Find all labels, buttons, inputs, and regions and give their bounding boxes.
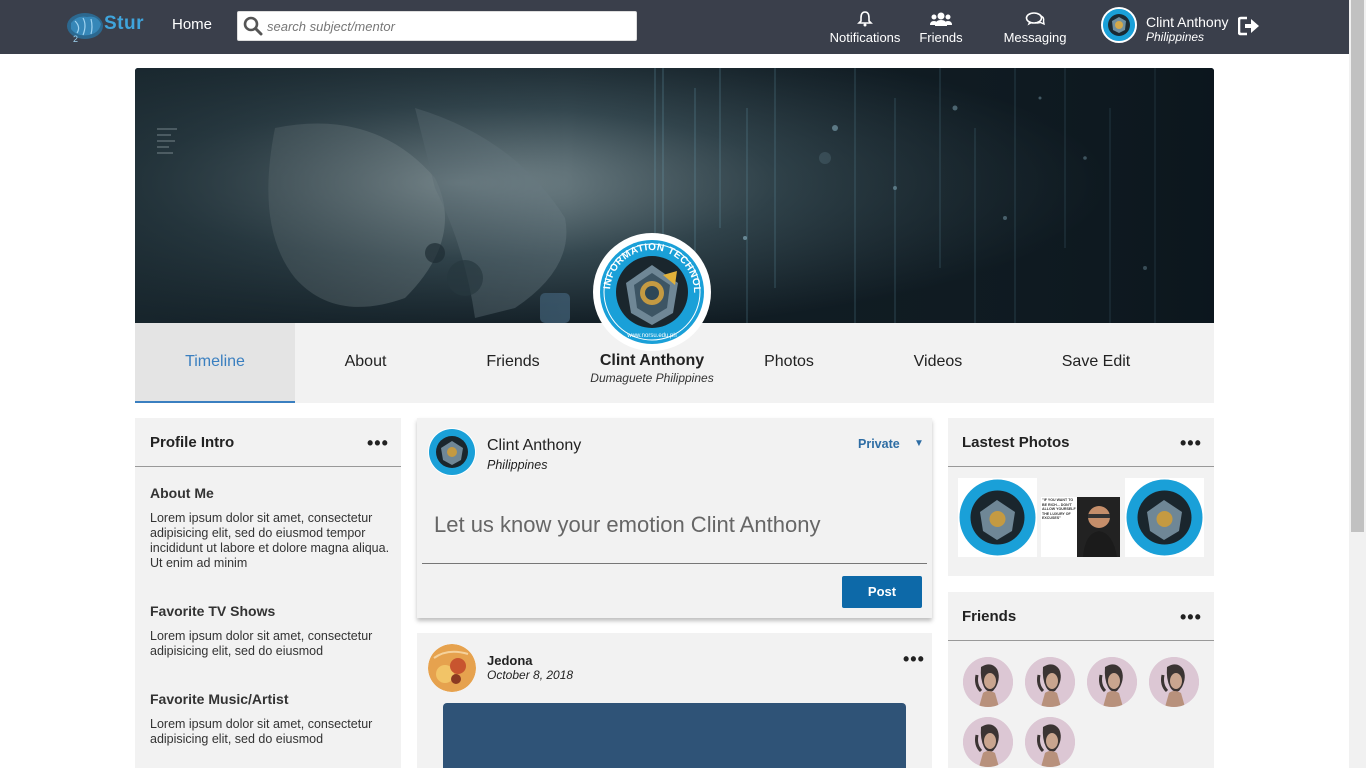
photo-thumb[interactable] [958, 478, 1037, 557]
post-image[interactable] [443, 703, 906, 768]
photo-thumb[interactable] [1125, 478, 1204, 557]
favorite-tv-text: Lorem ipsum dolor sit amet, consectetur … [150, 629, 373, 658]
more-options-icon[interactable]: ••• [367, 434, 389, 452]
tab-about[interactable]: About [295, 323, 436, 403]
photo-thumb[interactable]: "IF YOU WANT TO BE RICH... DON'T ALLOW Y… [1041, 497, 1120, 557]
friend-avatar[interactable] [1149, 657, 1199, 707]
person-photo-icon [1087, 657, 1137, 707]
divider [422, 563, 927, 564]
divider [948, 640, 1214, 641]
search-bar[interactable] [237, 11, 637, 41]
nav-friends[interactable]: Friends [914, 11, 968, 49]
post-composer: Clint Anthony Philippines Private ▼ Post [417, 418, 932, 618]
person-photo-icon [1025, 657, 1075, 707]
nav-notifications[interactable]: Notifications [826, 11, 904, 49]
composer-avatar[interactable] [428, 428, 476, 476]
search-input[interactable] [267, 16, 627, 37]
person-photo-icon [963, 717, 1013, 767]
top-navbar: 2 Stur Home Notifications Friends [0, 0, 1349, 54]
more-options-icon[interactable]: ••• [903, 650, 925, 668]
latest-photos-panel: Lastest Photos ••• "IF YOU WANT TO BE RI… [948, 418, 1214, 576]
nav-home-link[interactable]: Home [172, 16, 212, 33]
quote-photo-icon: "IF YOU WANT TO BE RICH... DON'T ALLOW Y… [1041, 497, 1120, 557]
post-author-name[interactable]: Jedona [487, 653, 533, 668]
page-scrollbar[interactable] [1349, 0, 1366, 768]
divider [948, 466, 1214, 467]
users-icon [930, 12, 952, 26]
more-options-icon[interactable]: ••• [1180, 608, 1202, 626]
comments-icon [1025, 12, 1045, 26]
nav-messaging[interactable]: Messaging [999, 11, 1071, 49]
about-me-text: Lorem ipsum dolor sit amet, consectetur … [150, 511, 390, 570]
quote-text: "IF YOU WANT TO BE RICH... DON'T ALLOW Y… [1042, 498, 1076, 521]
it-badge-icon [429, 429, 475, 475]
favorite-music-heading: Favorite Music/Artist [150, 691, 289, 707]
it-badge-icon [958, 478, 1037, 557]
fruit-avatar-icon [428, 644, 476, 692]
nav-user-name[interactable]: Clint Anthony [1146, 14, 1229, 30]
privacy-select[interactable]: Private [858, 437, 900, 451]
tab-videos[interactable]: Videos [868, 323, 1008, 403]
it-badge-icon [1103, 9, 1135, 41]
latest-photos-title: Lastest Photos [962, 434, 1070, 451]
tab-save-edit[interactable]: Save Edit [1016, 323, 1176, 403]
caret-down-icon[interactable]: ▼ [914, 438, 924, 449]
badge-url-text: www.norsu.edu.ph [626, 333, 676, 339]
person-photo-icon [1149, 657, 1199, 707]
post-input[interactable] [427, 505, 924, 545]
friend-avatar[interactable] [963, 657, 1013, 707]
favorite-tv-heading: Favorite TV Shows [150, 603, 276, 619]
tab-timeline[interactable]: Timeline [135, 323, 295, 403]
composer-location: Philippines [487, 458, 548, 472]
bell-icon [857, 11, 873, 27]
svg-text:2: 2 [73, 34, 78, 44]
profile-name: Clint Anthony [599, 352, 705, 369]
nav-user-avatar[interactable] [1101, 7, 1137, 43]
profile-location: Dumaguete Philippines [590, 371, 714, 385]
post-button[interactable]: Post [842, 576, 922, 608]
search-icon [243, 16, 263, 36]
logout-icon[interactable] [1238, 16, 1260, 36]
about-me-heading: About Me [150, 485, 214, 501]
nav-user-location: Philippines [1146, 30, 1205, 44]
friend-avatar[interactable] [1025, 657, 1075, 707]
more-options-icon[interactable]: ••• [1180, 434, 1202, 452]
feed-post: Jedona October 8, 2018 ••• [417, 633, 932, 768]
profile-avatar[interactable]: INFORMATION TECHNOLOGY www.norsu.edu.ph [593, 233, 711, 351]
scrollbar-thumb[interactable] [1351, 0, 1364, 532]
friends-panel: Friends ••• [948, 592, 1214, 768]
friends-title: Friends [962, 608, 1017, 625]
friend-avatar[interactable] [963, 717, 1013, 767]
nav-friends-label: Friends [919, 30, 963, 45]
composer-name: Clint Anthony [487, 437, 582, 454]
favorite-music-text: Lorem ipsum dolor sit amet, consectetur … [150, 717, 373, 746]
logo-text[interactable]: Stur [104, 13, 144, 35]
it-badge-icon: INFORMATION TECHNOLOGY www.norsu.edu.ph [593, 233, 709, 349]
profile-intro-title: Profile Intro [150, 434, 235, 451]
post-author-avatar[interactable] [428, 644, 476, 692]
profile-intro-panel: Profile Intro ••• About Me Lorem ipsum d… [135, 418, 401, 768]
post-date: October 8, 2018 [487, 668, 574, 682]
divider [135, 466, 401, 467]
person-photo-icon [1025, 717, 1075, 767]
friend-avatar[interactable] [1087, 657, 1137, 707]
friend-avatar[interactable] [1025, 717, 1075, 767]
it-badge-icon [1125, 478, 1204, 557]
nav-messaging-label: Messaging [1003, 30, 1067, 45]
person-photo-icon [963, 657, 1013, 707]
nav-notifications-label: Notifications [829, 30, 901, 45]
